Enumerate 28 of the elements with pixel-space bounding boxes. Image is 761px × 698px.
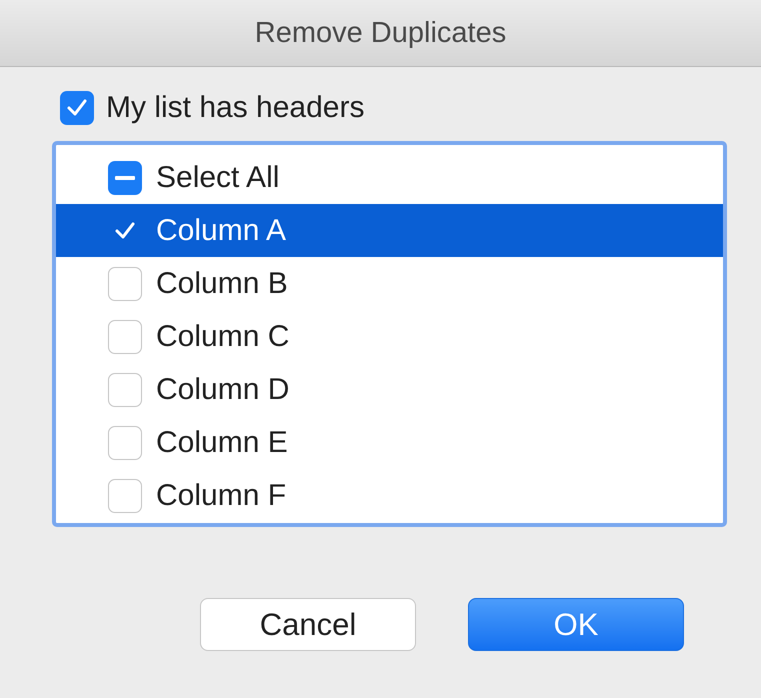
ok-button[interactable]: OK	[468, 598, 684, 651]
row-label: Column E	[156, 426, 288, 460]
row-label: Select All	[156, 160, 280, 194]
row-label: Column D	[156, 372, 290, 406]
row-label: Column F	[156, 478, 286, 512]
list-row[interactable]: Column F	[56, 469, 723, 522]
checkbox[interactable]	[108, 478, 142, 512]
list-row[interactable]: Select All	[56, 151, 723, 204]
cancel-button[interactable]: Cancel	[200, 598, 416, 651]
checkbox[interactable]	[108, 320, 142, 354]
window-title: Remove Duplicates	[254, 16, 506, 50]
checkbox[interactable]	[60, 91, 94, 125]
row-label: Column C	[156, 320, 290, 354]
checkbox[interactable]	[108, 426, 142, 460]
check-icon	[114, 220, 136, 240]
checkbox[interactable]	[108, 266, 142, 300]
checkbox-label: My list has headers	[106, 91, 364, 125]
check-icon	[66, 98, 88, 118]
list-row[interactable]: Column C	[56, 310, 723, 363]
dash-icon	[115, 176, 135, 180]
list-row[interactable]: Column A	[56, 204, 723, 257]
list-row[interactable]: Column B	[56, 257, 723, 310]
list-row[interactable]: Column E	[56, 416, 723, 469]
list-row[interactable]: Column D	[56, 363, 723, 416]
checkbox[interactable]	[108, 160, 142, 194]
row-label: Column A	[156, 214, 286, 248]
row-label: Column B	[156, 266, 288, 300]
checkbox[interactable]	[108, 372, 142, 406]
